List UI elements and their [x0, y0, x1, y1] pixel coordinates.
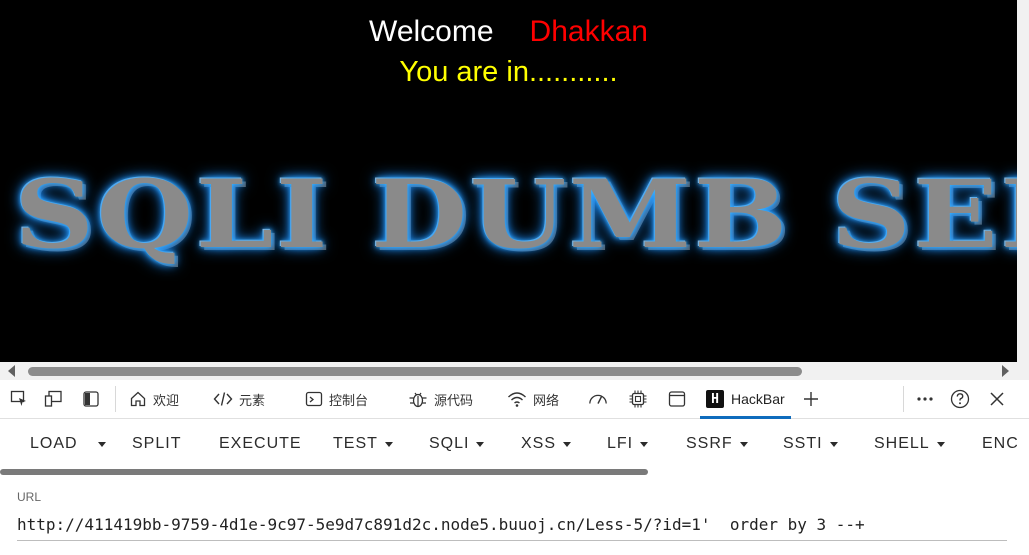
enc-label: ENC	[982, 435, 1017, 452]
close-devtools-icon[interactable]	[987, 389, 1007, 409]
sqli-label: SQLI	[429, 435, 470, 452]
hackbar-menu-bar: LOAD SPLIT EXECUTE TEST SQLI XSS LFI SSR…	[0, 419, 1017, 469]
ssrf-label: SSRF	[686, 435, 733, 452]
tab-elements[interactable]: 元素	[213, 389, 265, 409]
chevron-down-icon	[936, 441, 945, 447]
hackbar-logo-icon: H	[706, 390, 724, 408]
scroll-left-arrow-icon[interactable]	[8, 365, 15, 377]
lfi-menu[interactable]: LFI	[607, 434, 649, 454]
scrollbar-thumb[interactable]	[28, 367, 802, 376]
sidebar-toggle-icon[interactable]	[81, 389, 101, 409]
load-button[interactable]: LOAD	[30, 434, 78, 454]
xss-label: XSS	[521, 435, 557, 452]
xss-menu[interactable]: XSS	[521, 434, 572, 454]
bug-icon	[409, 392, 427, 408]
tab-hackbar[interactable]: H HackBar	[700, 384, 791, 419]
welcome-line: Welcome Dhakkan	[0, 14, 1017, 50]
tab-divider	[115, 386, 116, 412]
chevron-down-icon	[829, 441, 838, 447]
ssti-label: SSTI	[783, 435, 823, 452]
lfi-label: LFI	[607, 435, 634, 452]
help-icon[interactable]	[950, 389, 970, 409]
home-icon	[130, 391, 146, 407]
split-button[interactable]: SPLIT	[132, 434, 181, 454]
load-dropdown-toggle[interactable]	[98, 434, 106, 454]
tab-hackbar-label: HackBar	[731, 391, 785, 407]
enc-menu[interactable]: ENC	[982, 434, 1017, 454]
device-emulation-icon[interactable]	[44, 389, 64, 409]
execute-button[interactable]: EXECUTE	[219, 434, 302, 454]
tab-welcome-label: 欢迎	[153, 393, 180, 409]
tab-sources[interactable]: 源代码	[408, 389, 473, 409]
devtools-tab-strip: 欢迎 元素 控制台 源代码 网络 H HackBar	[0, 380, 1029, 419]
scroll-right-arrow-icon[interactable]	[1002, 365, 1009, 377]
test-label: TEST	[333, 435, 378, 452]
shell-label: SHELL	[874, 435, 930, 452]
username-text: Dhakkan	[529, 15, 648, 48]
hackbar-menu-scrollbar[interactable]	[0, 469, 648, 475]
page-horizontal-scrollbar[interactable]	[0, 362, 1017, 380]
shell-menu[interactable]: SHELL	[874, 434, 945, 454]
chevron-down-icon	[739, 441, 748, 447]
login-status: You are in...........	[399, 56, 618, 88]
tab-divider	[903, 386, 904, 412]
tab-network-label: 网络	[533, 393, 560, 409]
application-panel-icon[interactable]	[667, 389, 687, 409]
chevron-down-icon	[98, 441, 106, 447]
welcome-text: Welcome	[369, 15, 494, 48]
ssti-menu[interactable]: SSTI	[783, 434, 838, 454]
ssrf-menu[interactable]: SSRF	[686, 434, 748, 454]
test-menu[interactable]: TEST	[333, 434, 393, 454]
chevron-down-icon	[640, 441, 649, 447]
tab-elements-label: 元素	[239, 393, 266, 409]
console-icon	[305, 391, 323, 407]
chevron-down-icon	[563, 441, 572, 447]
sqli-menu[interactable]: SQLI	[429, 434, 485, 454]
inspect-element-icon[interactable]	[9, 389, 29, 409]
tab-network[interactable]: 网络	[507, 389, 559, 409]
url-input[interactable]: http://411419bb-9759-4d1e-9c97-5e9d7c891…	[17, 512, 1007, 541]
memory-chip-icon[interactable]	[628, 389, 648, 409]
wifi-icon	[508, 392, 526, 407]
more-options-icon[interactable]	[915, 389, 935, 409]
code-tags-icon	[213, 392, 233, 406]
tab-console-label: 控制台	[329, 393, 369, 409]
tab-console[interactable]: 控制台	[305, 389, 368, 409]
execute-label: EXECUTE	[219, 435, 302, 452]
load-label: LOAD	[30, 435, 78, 452]
tab-sources-label: 源代码	[434, 393, 474, 409]
split-label: SPLIT	[132, 435, 182, 452]
performance-gauge-icon[interactable]	[588, 389, 608, 409]
chevron-down-icon	[476, 441, 485, 447]
tab-welcome[interactable]: 欢迎	[129, 389, 179, 409]
page-viewport: Welcome Dhakkan You are in........... SQL…	[0, 0, 1017, 362]
add-tab-plus-icon[interactable]	[801, 389, 821, 409]
page-vertical-scrollbar[interactable]	[1017, 0, 1029, 380]
chevron-down-icon	[384, 441, 393, 447]
url-label: URL	[17, 490, 42, 504]
sqli-banner: SQLI DUMB SERIES	[14, 160, 1017, 270]
